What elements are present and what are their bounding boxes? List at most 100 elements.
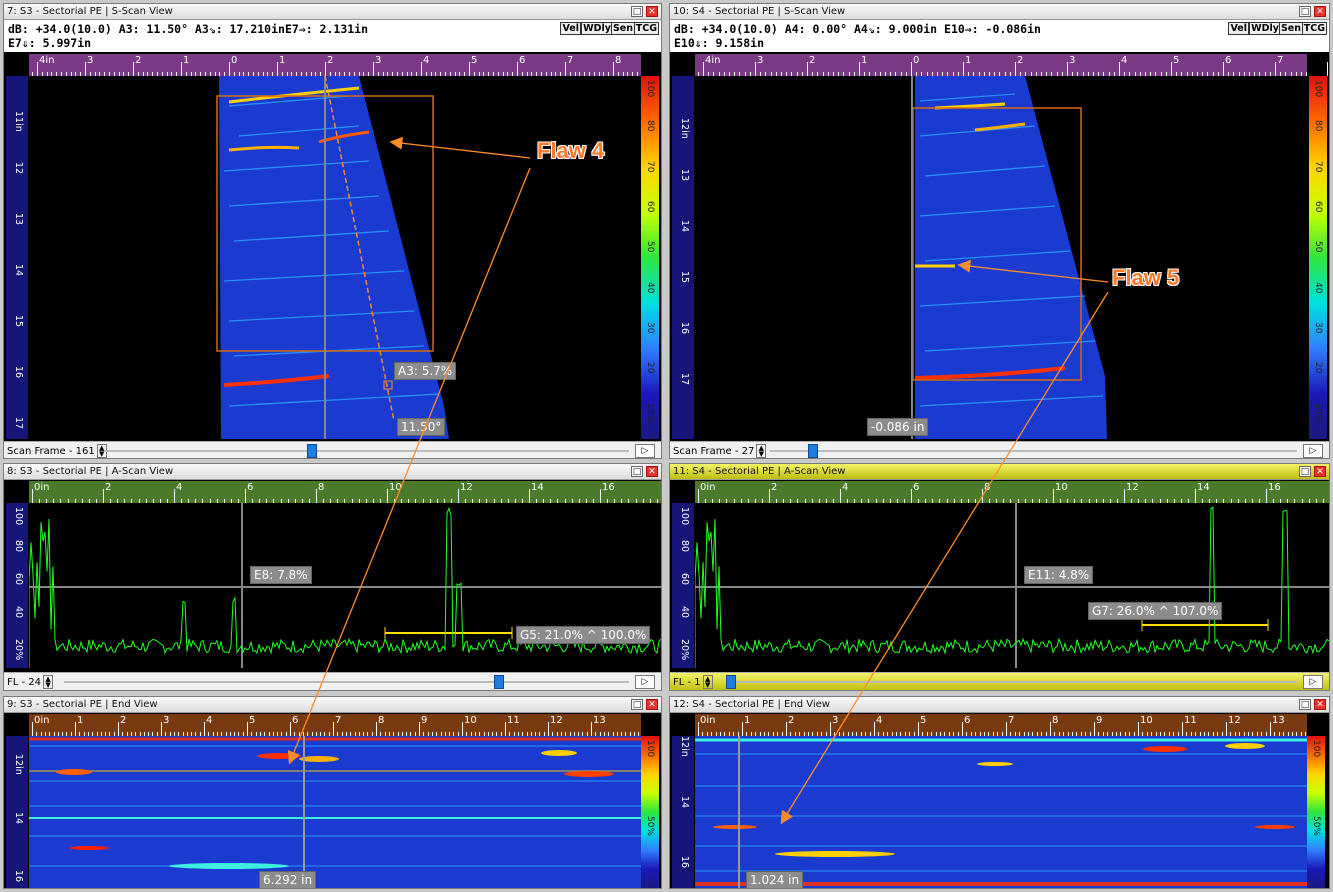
close-icon[interactable]: ✕	[1314, 6, 1326, 17]
amplitude-ruler: 100 80 60 40 20%	[6, 503, 28, 668]
ruler-tick-label: 40	[679, 606, 690, 619]
close-icon[interactable]: ✕	[646, 466, 658, 477]
ruler-tick-label: 6	[1225, 55, 1232, 66]
sen-toggle[interactable]: Sen	[1278, 22, 1303, 35]
play-icon[interactable]: ▷	[1303, 675, 1323, 689]
ruler-tick-label: 0in	[34, 715, 50, 726]
close-icon[interactable]: ✕	[646, 6, 658, 17]
flaw-5-label: Flaw 5	[1112, 265, 1180, 290]
palette-label: 100	[645, 740, 655, 758]
ruler-tick-label: 14	[679, 220, 690, 233]
ruler-tick-label: 6	[519, 55, 526, 66]
slider-thumb[interactable]	[726, 675, 736, 689]
vel-toggle[interactable]: Vel	[560, 22, 581, 35]
palette-label: 60	[645, 201, 655, 213]
vel-toggle[interactable]: Vel	[1228, 22, 1249, 35]
palette-label: 50%	[645, 816, 655, 837]
frame-slider[interactable]: FL - 24 ▲ ▼ ▷	[4, 672, 661, 690]
scan-frame-slider[interactable]: Scan Frame - 161 ▲ ▼ ▷	[4, 441, 661, 458]
ruler-tick-label: 10	[1140, 715, 1153, 726]
tcg-toggle[interactable]: TCG	[633, 22, 659, 35]
ruler-tick-label: 0	[913, 55, 920, 66]
slider-thumb[interactable]	[307, 444, 317, 458]
ruler-tick-label: 9	[1096, 715, 1103, 726]
panel-title: 12: S4 - Sectorial PE | End View	[673, 699, 830, 710]
ruler-tick-label: 16	[1268, 482, 1281, 493]
ruler-tick-label: 12in	[13, 754, 24, 775]
palette-label: 20	[645, 362, 655, 374]
spinner-icon[interactable]: ▲ ▼	[43, 675, 54, 689]
ruler-tick-label: 60	[13, 573, 24, 586]
ruler-tick-label: 4in	[705, 55, 721, 66]
panel-title: 8: S3 - Sectorial PE | A-Scan View	[7, 466, 174, 477]
ruler-tick-label: 12	[550, 715, 563, 726]
palette-label: 30	[645, 322, 655, 334]
palette-label: 10%	[1313, 402, 1323, 423]
maximize-icon[interactable]: □	[1299, 6, 1311, 17]
maximize-icon[interactable]: □	[1299, 699, 1311, 710]
ruler-tick-label: 4	[206, 715, 213, 726]
panel-title: 7: S3 - Sectorial PE | S-Scan View	[7, 6, 173, 17]
palette-label: 30	[1313, 322, 1323, 334]
ruler-tick-label: 11	[1184, 715, 1197, 726]
ruler-tick-label: 10	[389, 482, 402, 493]
ruler-tick-label: 12	[460, 482, 473, 493]
panel-title-bar[interactable]: 7: S3 - Sectorial PE | S-Scan View □ ✕	[4, 4, 661, 20]
close-icon[interactable]: ✕	[646, 699, 658, 710]
spinner-icon[interactable]: ▲ ▼	[756, 444, 767, 458]
maximize-icon[interactable]: □	[631, 699, 643, 710]
close-icon[interactable]: ✕	[1314, 466, 1326, 477]
ruler-tick-label: 3	[1069, 55, 1076, 66]
panel-title-bar[interactable]: 11: S4 - Sectorial PE | A-Scan View □ ✕	[670, 464, 1329, 480]
spinner-icon[interactable]: ▲ ▼	[702, 675, 713, 689]
ruler-tick-label: 16	[679, 322, 690, 335]
panel-title-bar[interactable]: 8: S3 - Sectorial PE | A-Scan View □ ✕	[4, 464, 661, 480]
ascan-signal	[695, 503, 1329, 668]
scan-position-callout: 1.024 in	[746, 871, 804, 888]
sscan-image	[216, 76, 449, 439]
panel-title-bar[interactable]: 12: S4 - Sectorial PE | End View □ ✕	[670, 697, 1329, 713]
palette-label: 50%	[1311, 816, 1321, 837]
palette-label: 100	[1313, 80, 1323, 98]
wdly-toggle[interactable]: WDly	[581, 22, 613, 35]
ruler-tick-label: 10	[1055, 482, 1068, 493]
horizontal-ruler: 0in 1 2 3 4 5 6 7 8 9 10 11 12 13	[29, 714, 641, 736]
scan-frame-slider[interactable]: Scan Frame - 27 ▲ ▼ ▷	[670, 441, 1329, 458]
panel-title-bar[interactable]: 9: S3 - Sectorial PE | End View □ ✕	[4, 697, 661, 713]
play-icon[interactable]: ▷	[635, 675, 655, 689]
maximize-icon[interactable]: □	[631, 466, 643, 477]
ruler-tick-label: 4	[176, 482, 183, 493]
ruler-tick-label: 14	[13, 812, 24, 825]
ruler-tick-label: 14	[679, 796, 690, 809]
angle-amplitude-callout: A3: 5.7%	[394, 362, 457, 380]
ruler-tick-label: 15	[679, 271, 690, 284]
ruler-tick-label: 5	[1173, 55, 1180, 66]
slider-thumb[interactable]	[808, 444, 818, 458]
panel-title: 10: S4 - Sectorial PE | S-Scan View	[673, 6, 846, 17]
maximize-icon[interactable]: □	[1299, 466, 1311, 477]
depth-ruler: 12in 14 16	[672, 736, 694, 888]
maximize-icon[interactable]: □	[631, 6, 643, 17]
wdly-toggle[interactable]: WDly	[1249, 22, 1281, 35]
frame-slider[interactable]: FL - 1 ▲ ▼ ▷	[670, 672, 1329, 690]
ruler-tick-label: 1	[279, 55, 286, 66]
ruler-tick-label: 20%	[679, 639, 690, 661]
palette-label: 40	[645, 281, 655, 294]
ruler-tick-label: 11in	[13, 111, 24, 132]
tcg-toggle[interactable]: TCG	[1301, 22, 1327, 35]
ruler-tick-label: 14	[13, 264, 24, 277]
panel-title-bar[interactable]: 10: S4 - Sectorial PE | S-Scan View □ ✕	[670, 4, 1329, 20]
play-icon[interactable]: ▷	[635, 444, 655, 458]
palette-label: 50	[645, 241, 655, 253]
close-icon[interactable]: ✕	[1314, 699, 1326, 710]
end-view-s3: 9: S3 - Sectorial PE | End View □ ✕ 0in 1 2…	[3, 696, 662, 889]
sscan-image	[911, 76, 1107, 439]
ruler-tick-label: 3	[163, 715, 170, 726]
play-icon[interactable]: ▷	[1303, 444, 1323, 458]
slider-thumb[interactable]	[494, 675, 504, 689]
sen-toggle[interactable]: Sen	[610, 22, 635, 35]
gate-callout: G5: 21.0% ^ 100.0%	[516, 626, 651, 644]
readout-panel: dB: +34.0(10.0) A3: 11.50° A3⇘: 17.210in…	[4, 20, 661, 52]
ruler-tick-label: 17	[679, 373, 690, 386]
end-view-s4: 12: S4 - Sectorial PE | End View □ ✕ 0in 1…	[669, 696, 1330, 889]
